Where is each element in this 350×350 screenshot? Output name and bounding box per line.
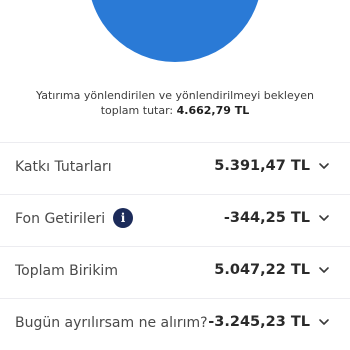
row-exit-value[interactable]: Bugün ayrılırsam ne alırım? -3.245,23 TL [0,298,350,350]
row-label: Toplam Birikim [15,263,118,279]
invested-total-amount: 4.662,79 TL [176,104,250,117]
row-total-savings[interactable]: Toplam Birikim 5.047,22 TL [0,246,350,298]
invested-total-note: Yatırıma yönlendirilen ve yönlendirilmey… [0,88,350,118]
chevron-down-icon[interactable] [318,315,330,329]
row-fund-returns[interactable]: Fon Getirileri i -344,25 TL [0,194,350,246]
chevron-down-icon[interactable] [318,159,330,173]
chevron-down-icon[interactable] [318,263,330,277]
invested-total-text: Yatırıma yönlendirilen ve yönlendirilmey… [36,89,314,102]
row-contributions[interactable]: Katkı Tutarları 5.391,47 TL [0,142,350,194]
row-label: Bugün ayrılırsam ne alırım? [15,315,208,331]
row-label: Fon Getirileri [15,211,106,227]
invested-total-prefix: toplam tutar: [100,104,174,117]
invested-total-line2: toplam tutar: 4.662,79 TL [0,103,350,118]
row-value: 5.391,47 TL [214,158,310,174]
header-blue-shape [88,0,262,62]
row-label: Katkı Tutarları [15,159,112,175]
row-value: 5.047,22 TL [214,262,310,278]
header-banner: Yatırıma yönlendirilen ve yönlendirilmey… [0,0,350,142]
info-icon[interactable]: i [113,208,133,228]
row-value: -344,25 TL [223,210,310,226]
breakdown-list: Katkı Tutarları 5.391,47 TL Fon Getirile… [0,142,350,350]
chevron-down-icon[interactable] [318,211,330,225]
row-value: -3.245,23 TL [208,314,310,330]
